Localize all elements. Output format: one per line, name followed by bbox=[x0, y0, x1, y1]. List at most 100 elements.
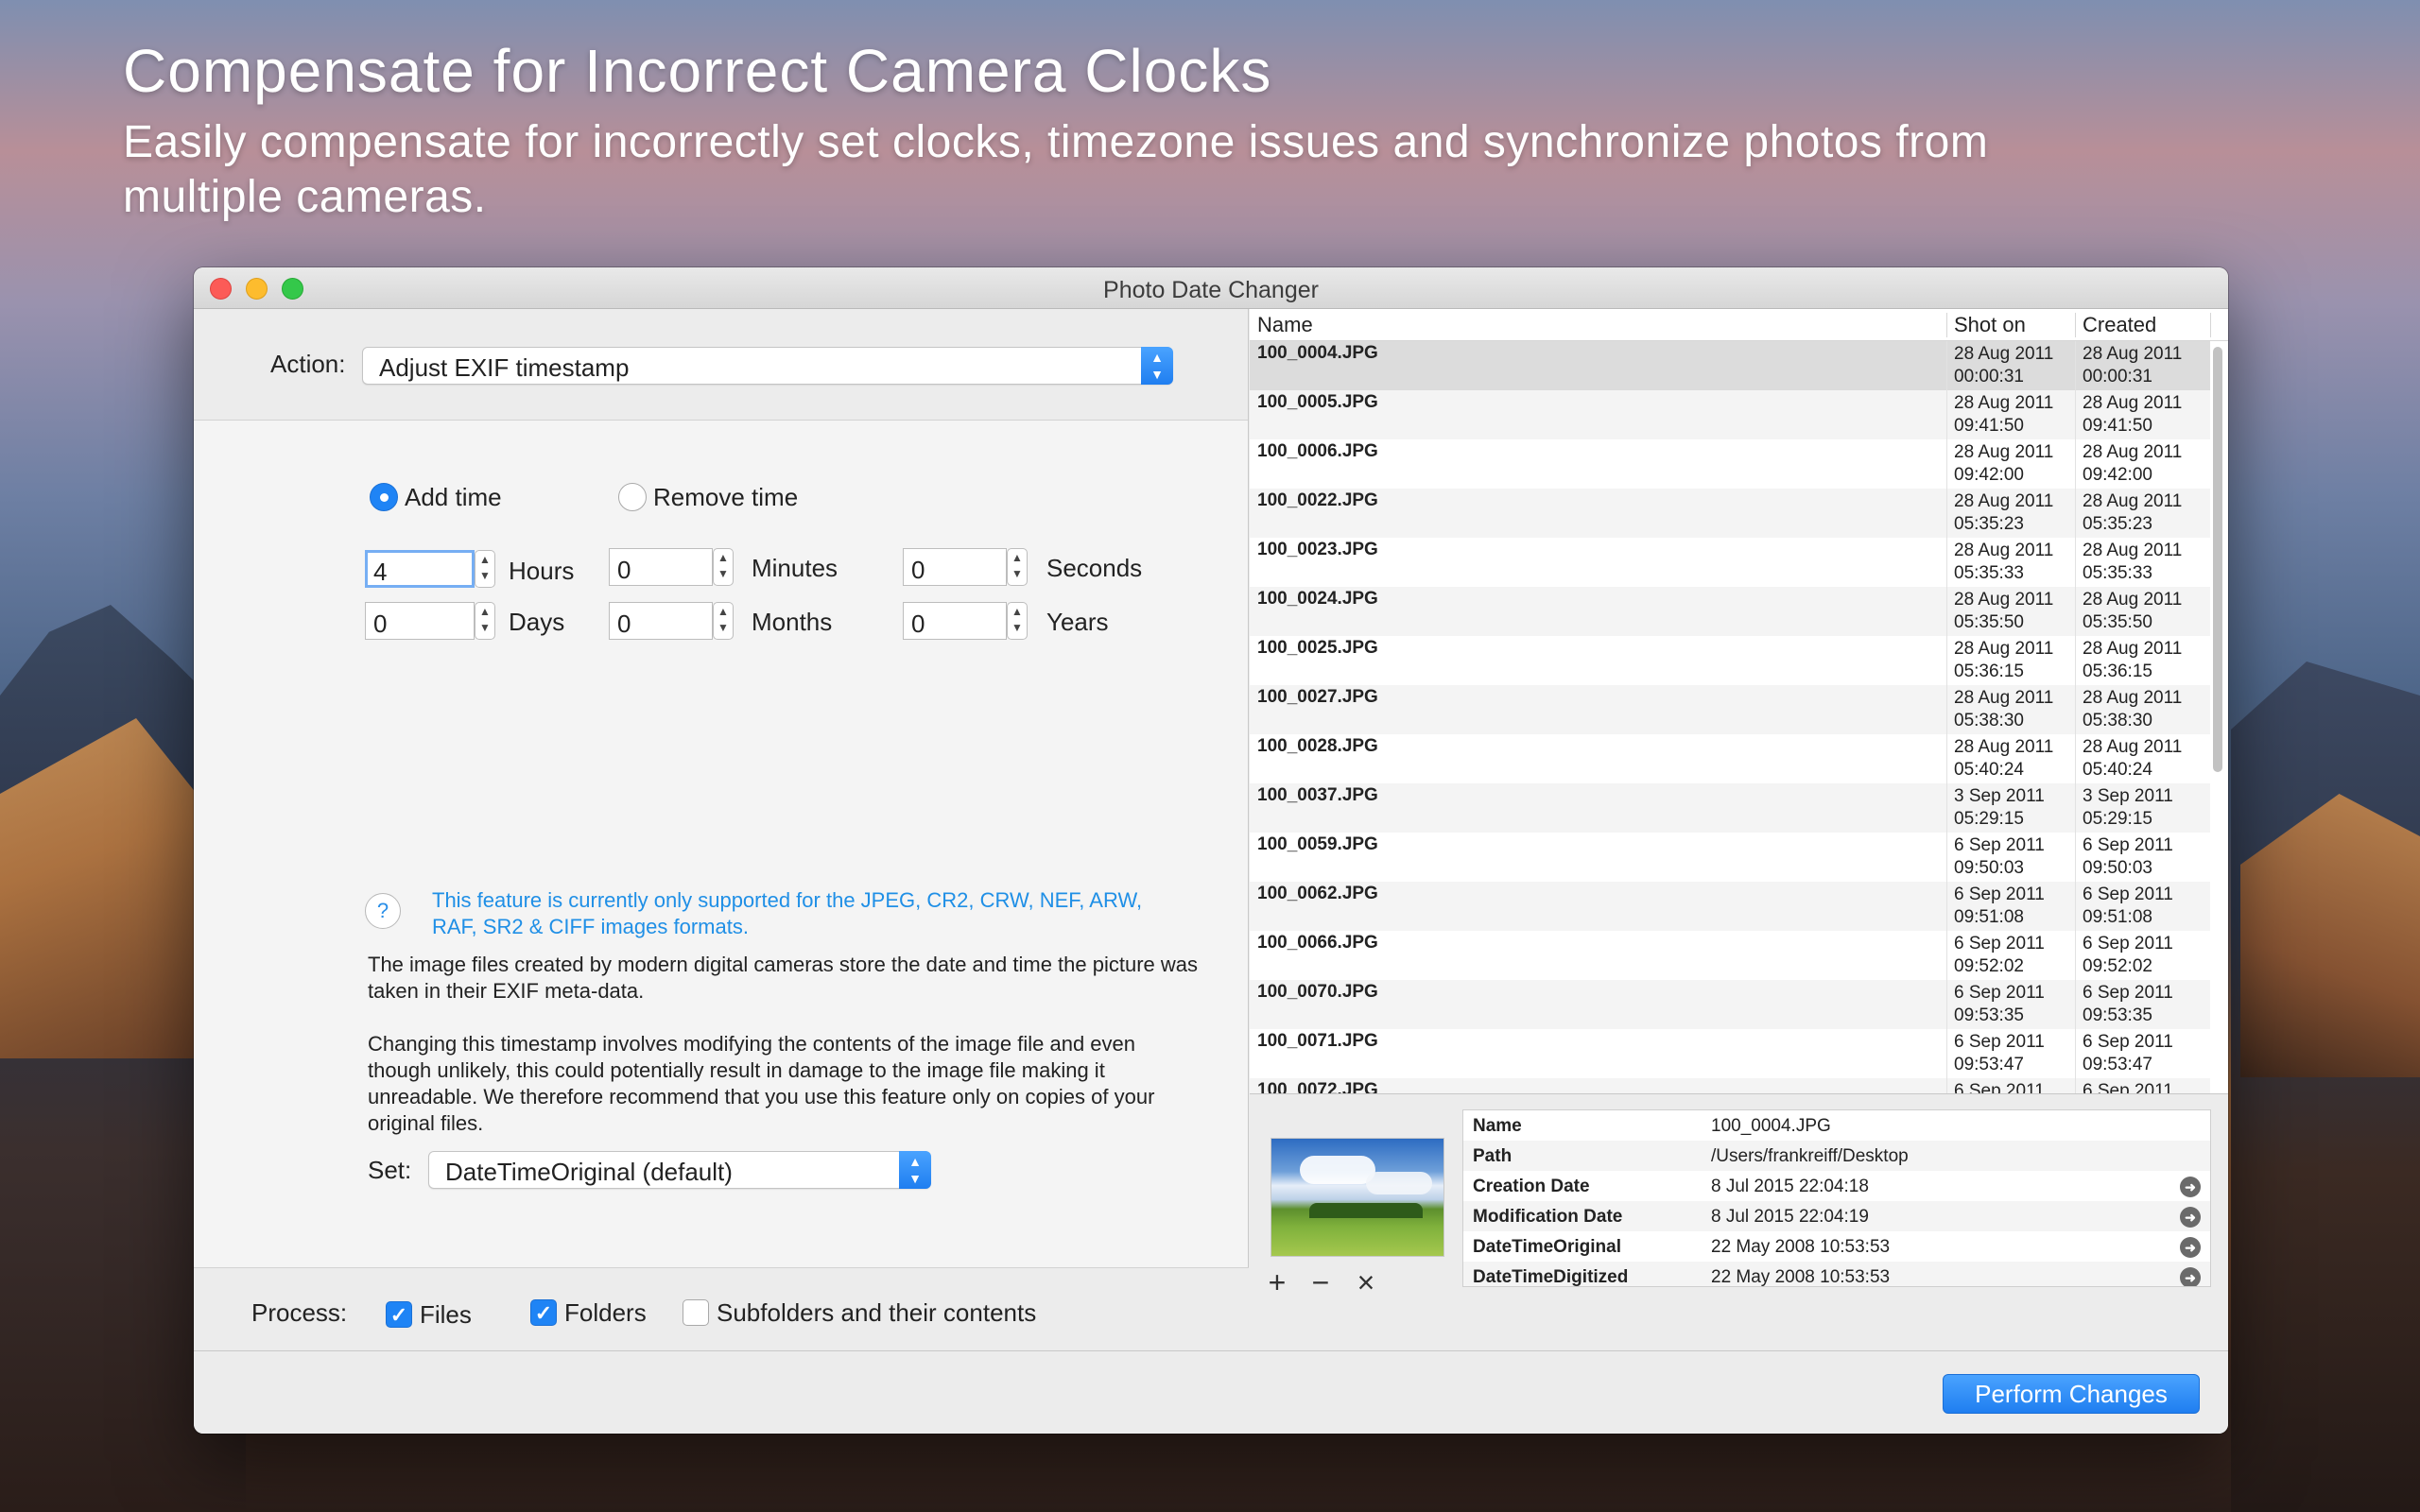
action-popup[interactable]: Adjust EXIF timestamp ▲ ▼ bbox=[362, 347, 1173, 385]
files-checkbox[interactable]: ✓ bbox=[386, 1301, 412, 1328]
file-name: 100_0059.JPG bbox=[1257, 834, 1378, 854]
hours-stepper-icon[interactable]: ▲ ▼ bbox=[475, 550, 495, 588]
hero-subtitle: Easily compensate for incorrectly set cl… bbox=[123, 117, 1989, 222]
table-row[interactable]: 100_0066.JPG 6 Sep 2011 09:52:02 6 Sep 2011… bbox=[1250, 931, 2210, 980]
table-row[interactable]: 100_0070.JPG 6 Sep 2011 09:53:35 6 Sep 2011… bbox=[1250, 980, 2210, 1029]
file-name: 100_0023.JPG bbox=[1257, 540, 1378, 559]
years-field[interactable]: 0 bbox=[903, 602, 1007, 640]
perform-changes-button[interactable]: Perform Changes bbox=[1943, 1374, 2200, 1414]
column-header-created[interactable]: Created bbox=[2083, 313, 2156, 337]
hero-title: Compensate for Incorrect Camera Clocks bbox=[123, 37, 1272, 105]
metadata-value: 8 Jul 2015 22:04:19 bbox=[1711, 1207, 1869, 1227]
file-name: 100_0005.JPG bbox=[1257, 392, 1378, 412]
file-name: 100_0004.JPG bbox=[1257, 343, 1378, 363]
column-header-name[interactable]: Name bbox=[1257, 313, 1313, 337]
file-table[interactable]: Name Shot on Created 100_0004.JPG 28 Aug … bbox=[1250, 309, 2228, 1093]
days-stepper-icon[interactable]: ▲ ▼ bbox=[475, 602, 495, 640]
created-cell: 6 Sep 2011 09:53:47 bbox=[2083, 1032, 2173, 1074]
popup-arrows-icon: ▲ ▼ bbox=[899, 1151, 931, 1189]
seconds-stepper-icon[interactable]: ▲ ▼ bbox=[1007, 548, 1028, 586]
created-cell: 6 Sep 2011 09:50:03 bbox=[2083, 835, 2173, 878]
table-row[interactable]: 100_0006.JPG 28 Aug 2011 09:42:00 28 Aug 20… bbox=[1250, 439, 2210, 489]
exif-description: The image files created by modern digita… bbox=[368, 953, 1199, 1003]
window-title: Photo Date Changer bbox=[1103, 277, 1319, 303]
metadata-key: DateTimeOriginal bbox=[1473, 1237, 1621, 1257]
remove-icon[interactable]: − bbox=[1306, 1265, 1335, 1300]
months-field[interactable]: 0 bbox=[609, 602, 713, 640]
table-row[interactable]: 100_0062.JPG 6 Sep 2011 09:51:08 6 Sep 2011… bbox=[1250, 882, 2210, 931]
subfolders-checkbox[interactable] bbox=[683, 1299, 709, 1326]
shot-on-cell: 28 Aug 2011 00:00:31 bbox=[1954, 344, 2054, 387]
created-cell: 28 Aug 2011 05:35:50 bbox=[2083, 590, 2183, 632]
set-popup[interactable]: DateTimeOriginal (default) ▲ ▼ bbox=[428, 1151, 931, 1189]
created-cell: 28 Aug 2011 00:00:31 bbox=[2083, 344, 2183, 387]
action-popup-value: Adjust EXIF timestamp bbox=[379, 353, 630, 382]
column-header-shot-on[interactable]: Shot on bbox=[1954, 313, 2026, 337]
table-row[interactable]: 100_0071.JPG 6 Sep 2011 09:53:47 6 Sep 2011… bbox=[1250, 1029, 2210, 1078]
file-name: 100_0072.JPG bbox=[1257, 1080, 1378, 1093]
table-row[interactable]: 100_0037.JPG 3 Sep 2011 05:29:15 3 Sep 2011… bbox=[1250, 783, 2210, 833]
seconds-field[interactable]: 0 bbox=[903, 548, 1007, 586]
created-cell: 3 Sep 2011 05:29:15 bbox=[2083, 786, 2173, 829]
minutes-field[interactable]: 0 bbox=[609, 548, 713, 586]
clear-icon[interactable]: × bbox=[1352, 1265, 1380, 1300]
metadata-row: Creation Date 8 Jul 2015 22:04:18 ➜ bbox=[1463, 1171, 2210, 1201]
months-stepper-icon[interactable]: ▲ ▼ bbox=[713, 602, 734, 640]
warning-description: Changing this timestamp involves modifyi… bbox=[368, 1032, 1155, 1135]
arrow-right-icon[interactable]: ➜ bbox=[2180, 1237, 2201, 1258]
table-row[interactable]: 100_0059.JPG 6 Sep 2011 09:50:03 6 Sep 2011… bbox=[1250, 833, 2210, 882]
file-name: 100_0028.JPG bbox=[1257, 736, 1378, 756]
table-row[interactable]: 100_0024.JPG 28 Aug 2011 05:35:50 28 Aug 20… bbox=[1250, 587, 2210, 636]
metadata-value: 100_0004.JPG bbox=[1711, 1116, 1831, 1136]
action-label: Action: bbox=[270, 350, 346, 378]
file-name: 100_0037.JPG bbox=[1257, 785, 1378, 805]
metadata-value: /Users/frankreiff/Desktop bbox=[1711, 1146, 1909, 1166]
file-name: 100_0070.JPG bbox=[1257, 982, 1378, 1002]
shot-on-cell: 3 Sep 2011 05:29:15 bbox=[1954, 786, 2045, 829]
table-row[interactable]: 100_0005.JPG 28 Aug 2011 09:41:50 28 Aug 20… bbox=[1250, 390, 2210, 439]
set-popup-value: DateTimeOriginal (default) bbox=[445, 1158, 733, 1186]
created-cell: 28 Aug 2011 09:41:50 bbox=[2083, 393, 2183, 436]
files-label: Files bbox=[420, 1300, 472, 1329]
table-row[interactable]: 100_0023.JPG 28 Aug 2011 05:35:33 28 Aug 20… bbox=[1250, 538, 2210, 587]
detail-area: Name 100_0004.JPG Path/Users/frankreiff/De… bbox=[1250, 1093, 2228, 1305]
hours-field[interactable]: 4 bbox=[365, 550, 475, 588]
metadata-value: 22 May 2008 10:53:53 bbox=[1711, 1237, 1891, 1257]
metadata-row: DateTimeOriginal 22 May 2008 10:53:53 ➜ bbox=[1463, 1231, 2210, 1262]
shot-on-cell: 28 Aug 2011 05:35:33 bbox=[1954, 541, 2054, 583]
minutes-stepper-icon[interactable]: ▲ ▼ bbox=[713, 548, 734, 586]
table-scrollbar[interactable] bbox=[2213, 347, 2222, 772]
metadata-value: 22 May 2008 10:53:53 bbox=[1711, 1267, 1891, 1287]
metadata-row: Path/Users/frankreiff/Desktop bbox=[1463, 1141, 2210, 1171]
metadata-row: Name 100_0004.JPG bbox=[1463, 1110, 2210, 1141]
add-icon[interactable]: + bbox=[1263, 1265, 1291, 1300]
shot-on-cell: 28 Aug 2011 09:42:00 bbox=[1954, 442, 2054, 485]
table-row[interactable]: 100_0004.JPG 28 Aug 2011 00:00:31 28 Aug 20… bbox=[1250, 341, 2210, 390]
years-stepper-icon[interactable]: ▲ ▼ bbox=[1007, 602, 1028, 640]
file-name: 100_0071.JPG bbox=[1257, 1031, 1378, 1051]
folders-checkbox[interactable]: ✓ bbox=[530, 1299, 557, 1326]
table-header: Name Shot on Created bbox=[1250, 309, 2228, 341]
popup-arrows-icon: ▲ ▼ bbox=[1141, 347, 1173, 385]
table-row[interactable]: 100_0025.JPG 28 Aug 2011 05:36:15 28 Aug 20… bbox=[1250, 636, 2210, 685]
arrow-right-icon[interactable]: ➜ bbox=[2180, 1177, 2201, 1197]
app-window: Photo Date Changer Action: Adjust EXIF t… bbox=[194, 267, 2228, 1434]
help-icon[interactable]: ? bbox=[365, 893, 401, 929]
title-bar[interactable]: Photo Date Changer bbox=[194, 267, 2228, 309]
table-row[interactable]: 100_0022.JPG 28 Aug 2011 05:35:23 28 Aug 20… bbox=[1250, 489, 2210, 538]
shot-on-cell: 6 Sep 2011 bbox=[1954, 1081, 2045, 1093]
shot-on-cell: 28 Aug 2011 09:41:50 bbox=[1954, 393, 2054, 436]
table-row[interactable]: 100_0028.JPG 28 Aug 2011 05:40:24 28 Aug 20… bbox=[1250, 734, 2210, 783]
metadata-key: DateTimeDigitized bbox=[1473, 1267, 1629, 1287]
days-field[interactable]: 0 bbox=[365, 602, 475, 640]
metadata-row: DateTimeDigitized 22 May 2008 10:53:53 ➜ bbox=[1463, 1262, 2210, 1287]
arrow-right-icon[interactable]: ➜ bbox=[2180, 1207, 2201, 1228]
shot-on-cell: 6 Sep 2011 09:50:03 bbox=[1954, 835, 2045, 878]
add-time-radio[interactable] bbox=[370, 483, 398, 511]
table-row[interactable]: 100_0027.JPG 28 Aug 2011 05:38:30 28 Aug 20… bbox=[1250, 685, 2210, 734]
arrow-right-icon[interactable]: ➜ bbox=[2180, 1267, 2201, 1286]
file-name: 100_0024.JPG bbox=[1257, 589, 1378, 609]
remove-time-radio[interactable] bbox=[618, 483, 647, 511]
background-mountain-right bbox=[2231, 662, 2420, 1512]
table-row[interactable]: 100_0072.JPG 6 Sep 2011 6 Sep 2011 bbox=[1250, 1078, 2210, 1093]
